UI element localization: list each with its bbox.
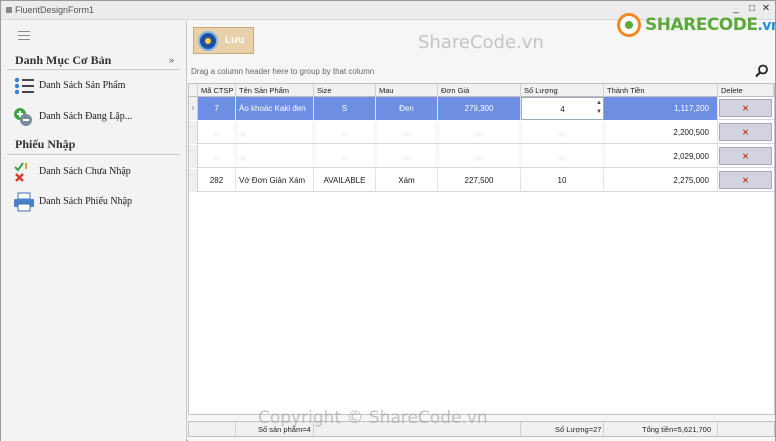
sidebar-item-label: Danh Sách Chưa Nhập [39, 166, 131, 177]
cell-mau[interactable]: ... [376, 145, 438, 168]
watermark-top: ShareCode.vn [418, 32, 544, 53]
sidebar-item-danh-sach-san-pham[interactable]: Danh Sách Sản Phẩm [13, 75, 183, 97]
delete-row-button[interactable]: ✕ [719, 171, 772, 189]
cell-ten-san-pham[interactable]: ... [236, 145, 314, 168]
list-icon [14, 77, 34, 95]
logo-text: SHARECODE.vn [645, 15, 776, 35]
sidebar-item-label: Danh Sách Đang Lập... [39, 111, 133, 122]
cell-so-luong[interactable]: 10 [521, 169, 604, 192]
cell-mau[interactable]: ... [376, 121, 438, 144]
column-header-mau[interactable]: Mau [376, 84, 438, 97]
cell-thanh-tien[interactable]: 2,275,000 [604, 169, 718, 192]
column-header-ma-ctsp[interactable]: Mã CTSP [198, 84, 236, 97]
column-header-don-gia[interactable]: Đơn Giá [438, 84, 521, 97]
footer-quantity-total: Số Lượng=27 [521, 422, 604, 436]
cell-size[interactable]: S [314, 97, 376, 120]
table-row[interactable]: ... ... ... ... ... ... 2,200,500 ✕ [189, 121, 774, 144]
table-row[interactable]: 282 Vớ Đơn Giản Xám AVAILABLE Xám 227,50… [189, 169, 774, 192]
column-header-ten-san-pham[interactable]: Tên Sản Phẩm [236, 84, 314, 97]
cell-ma-ctsp[interactable]: 7 [198, 97, 236, 120]
save-button[interactable]: Lưu [193, 27, 254, 54]
group-title-phieu-nhap[interactable]: Phiếu Nhập [15, 137, 75, 152]
sidebar-item-danh-sach-chua-nhap[interactable]: Danh Sách Chưa Nhập [13, 161, 183, 183]
cell-ten-san-pham[interactable]: Áo khoác Kaki đen [236, 97, 314, 120]
search-icon[interactable] [755, 64, 769, 78]
delete-row-button[interactable]: ✕ [719, 123, 772, 141]
row-indicator-header [189, 84, 198, 97]
main-panel: Lưu ShareCode.vn Drag a column header he… [188, 21, 775, 441]
group-title-danh-muc[interactable]: Danh Mục Cơ Bản [15, 53, 111, 68]
sidebar-item-label: Danh Sách Phiếu Nhập [39, 196, 133, 207]
delete-row-button[interactable]: ✕ [719, 147, 772, 165]
sidebar: Danh Mục Cơ Bản » Danh Sách Sản Phẩm Dan… [1, 21, 187, 441]
row-indicator [189, 121, 198, 144]
row-indicator-icon: › [189, 97, 198, 120]
row-indicator [189, 145, 198, 168]
delete-row-button[interactable]: ✕ [719, 99, 772, 117]
cell-don-gia[interactable]: 227,500 [438, 169, 521, 192]
group-by-hint: Drag a column header here to group by th… [191, 67, 375, 76]
data-grid: Mã CTSP Tên Sản Phẩm Size Mau Đơn Giá Số… [188, 83, 775, 415]
sidebar-item-label: Danh Sách Sản Phẩm [39, 80, 126, 91]
cell-mau[interactable]: Đen [376, 97, 438, 120]
app-window: FluentDesignForm1 _ □ ✕ Danh Mục Cơ Bản … [0, 0, 776, 441]
table-row[interactable]: ... ... ... ... ... ... 2,029,000 ✕ [189, 145, 774, 168]
cell-ten-san-pham[interactable]: ... [236, 121, 314, 144]
logo-brand-suffix: .vn [757, 18, 776, 34]
cell-ma-ctsp[interactable]: 282 [198, 169, 236, 192]
cell-so-luong[interactable]: ... [521, 121, 604, 144]
cell-thanh-tien[interactable]: 1,117,200 [604, 97, 718, 120]
logo-mark-icon [617, 13, 641, 37]
window-title: FluentDesignForm1 [15, 5, 95, 15]
save-button-label: Lưu [225, 35, 245, 46]
printer-icon [14, 192, 34, 212]
collapse-chevron-icon[interactable]: » [169, 55, 174, 65]
cell-size[interactable]: ... [314, 121, 376, 144]
cell-size[interactable]: AVAILABLE [314, 169, 376, 192]
cell-thanh-tien[interactable]: 2,200,500 [604, 121, 718, 144]
cell-so-luong[interactable]: ... [521, 145, 604, 168]
cell-size[interactable]: ... [314, 145, 376, 168]
spin-arrows-icon[interactable]: ▲ ▼ [596, 99, 602, 117]
column-header-size[interactable]: Size [314, 84, 376, 97]
column-header-so-luong[interactable]: Số Lượng [521, 84, 604, 97]
column-header-delete[interactable]: Delete [718, 84, 774, 97]
group-divider [7, 154, 181, 155]
app-icon [6, 7, 12, 13]
check-cross-icon [14, 162, 27, 182]
table-row[interactable]: › 7 Áo khoác Kaki đen S Đen 279,300 4 ▲ ▼… [189, 97, 774, 120]
footer-money-total: Tổng tiền=5,621,700 [604, 422, 718, 436]
cell-don-gia[interactable]: 279,300 [438, 97, 521, 120]
group-divider [7, 69, 181, 70]
cell-ma-ctsp[interactable]: ... [198, 145, 236, 168]
logo-brand-main: SHARECODE [645, 15, 758, 35]
cell-thanh-tien[interactable]: 2,029,000 [604, 145, 718, 168]
group-by-panel[interactable]: Drag a column header here to group by th… [188, 62, 775, 82]
quantity-value: 4 [560, 105, 565, 114]
cell-ten-san-pham[interactable]: Vớ Đơn Giản Xám [236, 169, 314, 192]
cell-ma-ctsp[interactable]: ... [198, 121, 236, 144]
cell-don-gia[interactable]: ... [438, 121, 521, 144]
watermark-bottom: Copyright © ShareCode.vn [258, 408, 488, 428]
column-header-thanh-tien[interactable]: Thành Tiền [604, 84, 718, 97]
sharecode-logo: SHARECODE.vn [617, 12, 776, 40]
footer-blank-cell [189, 422, 236, 436]
cell-don-gia[interactable]: ... [438, 145, 521, 168]
add-remove-icon [14, 108, 32, 126]
disk-icon [198, 31, 218, 51]
sidebar-item-danh-sach-phieu-nhap[interactable]: Danh Sách Phiếu Nhập [13, 191, 183, 213]
hamburger-menu-icon[interactable] [18, 31, 30, 43]
sidebar-item-danh-sach-dang-lap[interactable]: Danh Sách Đang Lập... [13, 106, 183, 128]
cell-mau[interactable]: Xám [376, 169, 438, 192]
quantity-stepper[interactable]: 4 ▲ ▼ [521, 97, 604, 120]
row-indicator [189, 169, 198, 192]
